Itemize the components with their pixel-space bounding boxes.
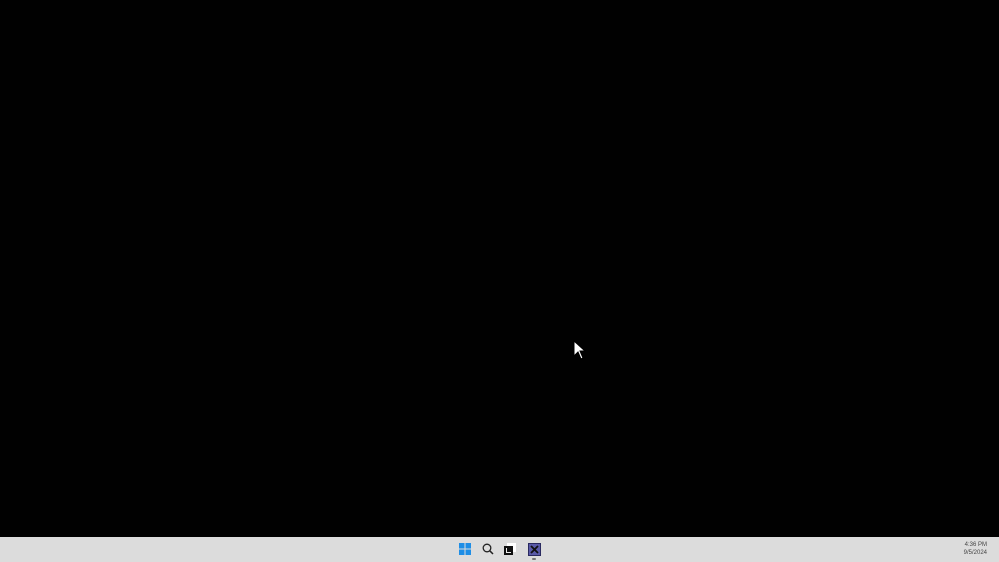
mouse-cursor-icon xyxy=(573,340,587,360)
clock-time: 4:36 PM xyxy=(964,542,987,548)
x-app-button[interactable] xyxy=(526,541,542,557)
desktop[interactable] xyxy=(0,0,999,537)
search-icon xyxy=(482,543,494,555)
start-button[interactable] xyxy=(457,541,473,557)
terminal-app-button[interactable] xyxy=(502,541,518,557)
x-app-icon xyxy=(527,542,541,556)
start-icon xyxy=(459,543,471,555)
clock[interactable]: 4:36 PM 9/5/2024 xyxy=(964,541,987,557)
running-indicator xyxy=(532,558,536,560)
search-button[interactable] xyxy=(480,541,496,557)
taskbar: 4:36 PM 9/5/2024 xyxy=(0,537,999,562)
terminal-app-icon xyxy=(504,543,516,555)
clock-date: 9/5/2024 xyxy=(963,550,987,556)
